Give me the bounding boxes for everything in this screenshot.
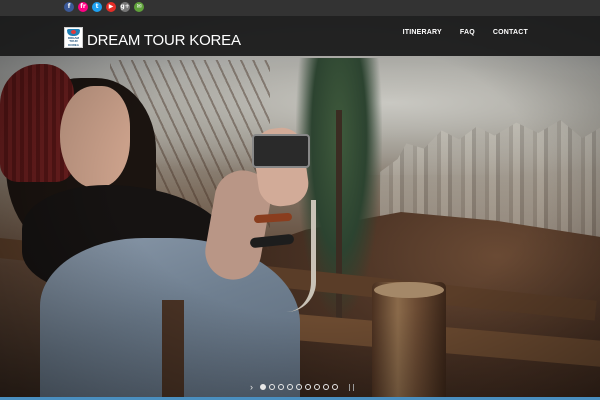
nav-faq[interactable]: FAQ <box>460 29 475 36</box>
slider-dot[interactable] <box>287 384 293 390</box>
site-header: DREAM TOUR KOREA DREAM TOUR KOREA ITINER… <box>0 16 600 56</box>
pause-icon[interactable] <box>349 383 354 391</box>
site-title-part2: KOREA <box>189 32 241 49</box>
nav-itinerary[interactable]: ITINERARY <box>403 29 442 36</box>
slider-dot[interactable] <box>332 384 338 390</box>
flickr-icon[interactable]: fr <box>78 2 88 12</box>
logo-heart-icon <box>67 29 80 36</box>
slider-dot[interactable] <box>260 384 266 390</box>
social-bar: f fr t ▶ g+ ✉ <box>0 0 600 16</box>
slider-dot[interactable] <box>278 384 284 390</box>
slider-dot[interactable] <box>305 384 311 390</box>
hero-slide-image <box>0 0 600 400</box>
google-plus-icon[interactable]: g+ <box>120 2 130 12</box>
site-title-part1: DREAM TOUR <box>87 32 186 49</box>
twitter-icon[interactable]: t <box>92 2 102 12</box>
slider-controls: › <box>250 383 354 392</box>
main-nav: ITINERARY FAQ CONTACT <box>403 29 528 36</box>
logo-icon[interactable]: DREAM TOUR KOREA <box>64 27 83 48</box>
nav-contact[interactable]: CONTACT <box>493 29 528 36</box>
email-icon[interactable]: ✉ <box>134 2 144 12</box>
slider-dot[interactable] <box>296 384 302 390</box>
site-title[interactable]: DREAM TOUR KOREA <box>87 32 241 49</box>
logo-mini-text: DREAM TOUR KOREA <box>68 35 79 47</box>
slider-dot[interactable] <box>314 384 320 390</box>
vignette <box>0 0 600 400</box>
social-links: f fr t ▶ g+ ✉ <box>64 2 144 12</box>
facebook-icon[interactable]: f <box>64 2 74 12</box>
youtube-icon[interactable]: ▶ <box>106 2 116 12</box>
slider-dot[interactable] <box>269 384 275 390</box>
next-arrow-icon[interactable]: › <box>250 383 253 392</box>
slider-dot[interactable] <box>323 384 329 390</box>
